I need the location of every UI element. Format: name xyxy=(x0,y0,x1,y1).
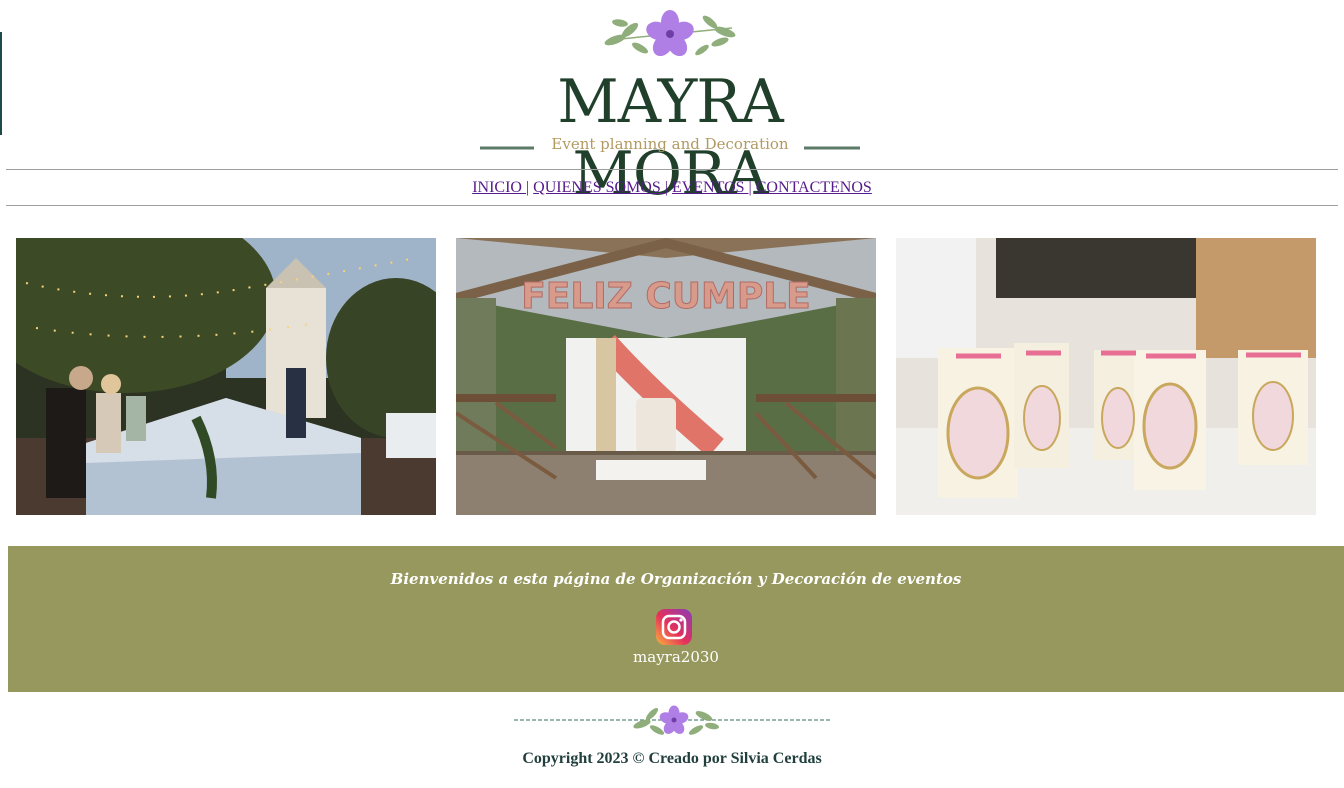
nav-link-quienes-somos[interactable]: QUIENES SOMOS xyxy=(533,179,665,196)
floral-divider xyxy=(512,700,834,742)
birthday-setup-photo: FELIZ CUMPLE xyxy=(456,238,876,515)
instagram-icon[interactable] xyxy=(656,609,692,645)
nav-link-inicio[interactable]: INICIO xyxy=(472,179,526,196)
logo-leaves-right xyxy=(695,15,736,56)
nav-separator: | xyxy=(748,179,752,196)
outdoor-dinner-photo xyxy=(16,238,436,515)
welcome-text: Bienvenidos a esta página de Organizació… xyxy=(390,570,962,588)
nav-separator: | xyxy=(664,179,668,196)
instagram-handle[interactable]: mayra2030 xyxy=(8,648,1344,666)
brand-tagline: Event planning and Decoration xyxy=(551,135,789,153)
nav-separator: | xyxy=(525,179,530,196)
nav-link-contactenos[interactable]: CONTACTENOS xyxy=(756,179,872,196)
copyright-text: Copyright 2023 © Creado por Silvia Cerda… xyxy=(522,750,822,767)
welcome-banner: Bienvenidos a esta página de Organizació… xyxy=(8,546,1344,692)
nav-top-rule xyxy=(6,169,1338,170)
left-edge-bar xyxy=(0,32,2,135)
brand-logo[interactable]: MAYRA MORA Event planning and Decoration xyxy=(470,0,870,209)
nav-bottom-rule xyxy=(6,205,1338,206)
logo-flower xyxy=(646,10,694,57)
nav-link-eventos[interactable]: EVENTOS xyxy=(672,179,749,196)
svg-text:FELIZ CUMPLE: FELIZ CUMPLE xyxy=(521,276,811,317)
main-nav: INICIO | QUIENES SOMOS | EVENTOS | CONTA… xyxy=(0,178,1344,198)
first-communion-favors-photo xyxy=(896,238,1316,515)
